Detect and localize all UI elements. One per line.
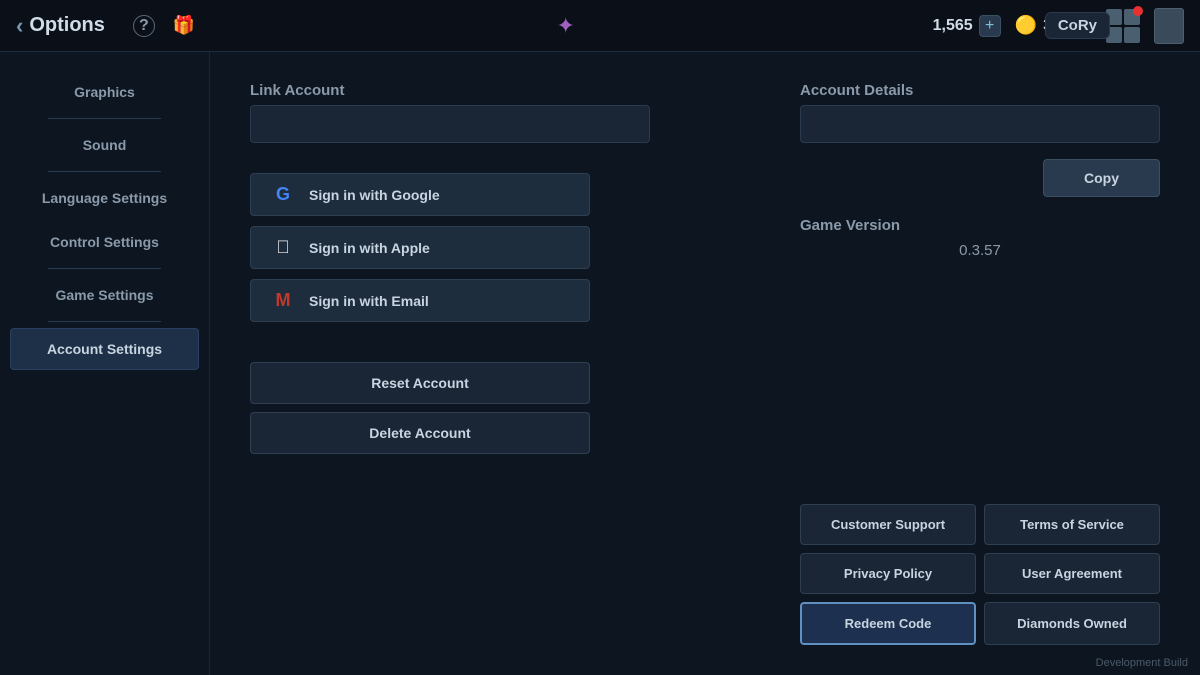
signin-buttons: G Sign in with Google  Sign in with App… [250,173,740,322]
grid-buttons: Customer Support Terms of Service Privac… [800,504,1160,645]
compass-icon: ✦ [557,13,575,39]
grid-cell-4 [1124,27,1140,43]
signin-google-button[interactable]: G Sign in with Google [250,173,590,216]
left-panel: Link Account G Sign in with Google  Sig… [250,82,740,645]
sidebar-divider-3 [48,268,161,269]
copy-button[interactable]: Copy [1043,159,1160,197]
back-button[interactable]: ‹ Options [16,13,105,39]
redeem-code-button[interactable]: Redeem Code [800,602,976,645]
link-account-section: Link Account [250,82,740,143]
user-name: CoRy [1058,17,1097,34]
right-panel: Account Details Copy Game Version 0.3.57… [800,82,1160,645]
main-layout: Graphics Sound Language Settings Control… [0,52,1200,675]
sidebar-item-account[interactable]: Account Settings [10,328,199,370]
signin-email-button[interactable]: M Sign in with Email [250,279,590,322]
customer-support-button[interactable]: Customer Support [800,504,976,545]
signin-email-label: Sign in with Email [309,293,429,309]
help-icon[interactable]: ? [129,11,159,41]
sidebar-item-control[interactable]: Control Settings [10,222,199,262]
delete-account-button[interactable]: Delete Account [250,412,590,454]
sidebar-divider-2 [48,171,161,172]
book-icon[interactable] [1154,8,1184,44]
sidebar-item-sound[interactable]: Sound [10,125,199,165]
account-details-section: Account Details [800,82,1160,143]
topbar-left: ‹ Options ? 🎁 [16,11,199,41]
email-icon: M [271,290,295,311]
currency2-icon: 🟡 [1015,15,1037,36]
diamonds-owned-button[interactable]: Diamonds Owned [984,602,1160,645]
action-buttons: Reset Account Delete Account [250,362,740,454]
currency1-value: 1,565 [933,17,973,35]
privacy-policy-button[interactable]: Privacy Policy [800,553,976,594]
sidebar-divider-4 [48,321,161,322]
account-details-title: Account Details [800,82,1160,99]
version-value: 0.3.57 [800,242,1160,259]
terms-of-service-button[interactable]: Terms of Service [984,504,1160,545]
currency1-plus-button[interactable]: + [979,15,1001,37]
gift-icon[interactable]: 🎁 [169,11,199,41]
game-version-section: Game Version 0.3.57 [800,217,1160,259]
link-account-input[interactable] [250,105,650,143]
game-version-title: Game Version [800,217,1160,234]
apple-icon:  [271,237,295,258]
signin-google-label: Sign in with Google [309,187,440,203]
menu-grid-icon[interactable] [1106,9,1140,43]
topbar-center: ✦ [199,13,933,39]
topbar: ‹ Options ? 🎁 ✦ 1,565 + 🟡 38,099 [0,0,1200,52]
link-account-title: Link Account [250,82,740,99]
sidebar-item-graphics[interactable]: Graphics [10,72,199,112]
sidebar: Graphics Sound Language Settings Control… [0,52,210,675]
reset-account-button[interactable]: Reset Account [250,362,590,404]
signin-apple-button[interactable]:  Sign in with Apple [250,226,590,269]
sidebar-divider-1 [48,118,161,119]
content-area: Link Account G Sign in with Google  Sig… [210,52,1200,675]
topbar-icons: ? 🎁 [129,11,199,41]
user-agreement-button[interactable]: User Agreement [984,553,1160,594]
signin-apple-label: Sign in with Apple [309,240,430,256]
dev-build-label: Development Build [1096,657,1188,669]
page-title: Options [29,14,105,37]
notification-dot [1133,6,1143,16]
account-details-input[interactable] [800,105,1160,143]
back-arrow-icon: ‹ [16,13,23,39]
sidebar-item-language[interactable]: Language Settings [10,178,199,218]
user-badge: CoRy [1045,12,1110,39]
currency1-group: 1,565 + [933,15,1001,37]
google-icon: G [271,184,295,205]
sidebar-item-game[interactable]: Game Settings [10,275,199,315]
